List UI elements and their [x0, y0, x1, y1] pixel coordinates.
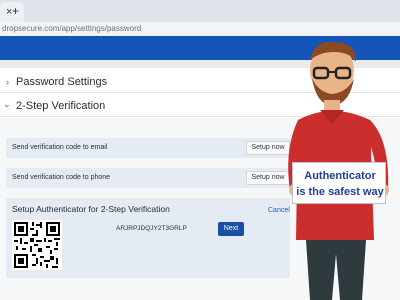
- sign-text-line2: is the safest way: [296, 186, 384, 198]
- section-title: Password Settings: [16, 76, 108, 88]
- email-verification-row: Send verification code to email Setup no…: [6, 138, 296, 158]
- phone-verification-label: Send verification code to phone: [12, 174, 111, 181]
- url-text[interactable]: dropsecure.com/app/settings/password: [2, 23, 141, 35]
- authenticator-secret-key: ARJRPJDQJY2T3GRLP: [116, 225, 187, 232]
- section-title: 2-Step Verification: [16, 100, 106, 112]
- address-bar[interactable]: dropsecure.com/app/settings/password: [0, 22, 400, 36]
- authenticator-title: Setup Authenticator for 2-Step Verificat…: [12, 204, 170, 214]
- message-sign: Authenticator is the safest way: [292, 162, 386, 204]
- email-verification-label: Send verification code to email: [12, 144, 108, 151]
- chevron-down-icon: ›: [2, 104, 13, 108]
- chevron-right-icon: ›: [6, 77, 9, 87]
- phone-verification-row: Send verification code to phone Setup no…: [6, 168, 296, 188]
- browser-tab-bar: × +: [0, 0, 400, 22]
- qr-code-image: [12, 220, 62, 270]
- sign-text-line1: Authenticator: [304, 170, 376, 182]
- next-button[interactable]: Next: [218, 222, 244, 236]
- authenticator-setup-card: Setup Authenticator for 2-Step Verificat…: [6, 198, 290, 278]
- new-tab-icon[interactable]: +: [12, 4, 19, 18]
